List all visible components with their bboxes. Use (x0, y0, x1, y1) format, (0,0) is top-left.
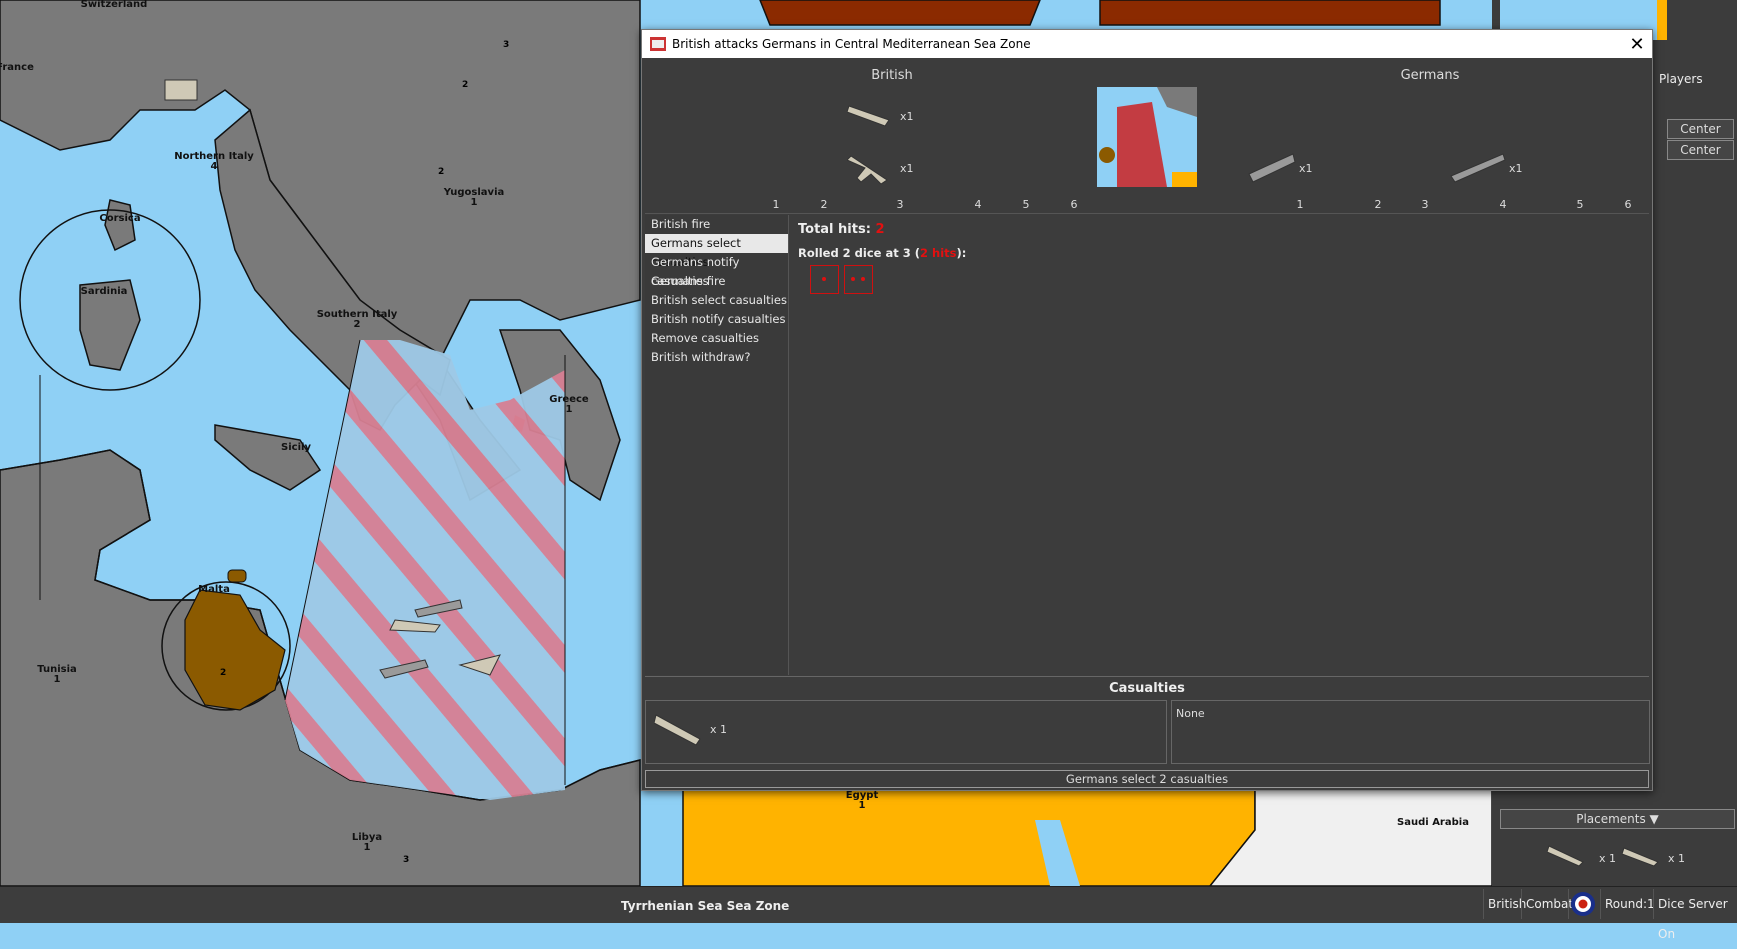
defender-unit-count: x1 (1299, 162, 1313, 175)
territory-label-malta: Malta (198, 584, 230, 595)
cruiser-icon (847, 105, 890, 127)
territory-label-libya: Libya 1 (351, 832, 383, 853)
unit-count: 2 (462, 80, 469, 90)
defender-dice-value: 3 (1421, 198, 1429, 211)
close-icon[interactable]: ✕ (1622, 34, 1652, 55)
attacker-dice-value: 2 (820, 198, 828, 211)
roll-summary: Rolled 2 dice at 3 (2 hits): (798, 246, 967, 260)
territory-label-sardinia: Sardinia (80, 286, 128, 297)
center-button[interactable]: Center (1667, 140, 1734, 160)
territory-label-yugoslavia: Yugoslavia 1 (443, 187, 505, 208)
dialog-title: British attacks Germans in Central Medit… (672, 37, 1031, 51)
dice-value-axis: 1 2 3 4 5 6 1 2 3 4 5 6 (642, 198, 1652, 214)
battle-step[interactable]: British withdraw? (645, 348, 788, 367)
status-bar: Tyrrhenian Sea Sea Zone British Combat R… (0, 886, 1737, 941)
placements-dropdown[interactable]: Placements ▼ (1500, 809, 1735, 829)
battle-steps-list: British fire Germans select casualties G… (645, 215, 789, 675)
casualty-none: None (1176, 707, 1205, 720)
die-two-icon (844, 265, 873, 294)
battle-dialog: British attacks Germans in Central Medit… (641, 29, 1653, 791)
roundel-icon (1568, 889, 1597, 919)
defender-dice-value: 5 (1576, 198, 1584, 211)
defender-dice-value: 2 (1374, 198, 1382, 211)
unit-count: 2 (438, 167, 445, 177)
placement-count: x 1 (1599, 852, 1617, 865)
territory-label-france: France (0, 62, 34, 73)
attacker-dice-value: 5 (1022, 198, 1030, 211)
british-roundel (1571, 892, 1595, 916)
placement-count: x 1 (1668, 852, 1686, 865)
hover-location: Tyrrhenian Sea Sea Zone (621, 899, 790, 913)
tab-players[interactable]: Players (1659, 72, 1703, 86)
sea-zone-thumbnail (1097, 87, 1197, 187)
divider (645, 676, 1649, 677)
defender-name: Germans (1400, 68, 1460, 83)
round-indicator: Round:1 (1600, 889, 1659, 919)
territory-label-northern-italy: Northern Italy 4 (174, 151, 254, 172)
territory-label-tunisia: Tunisia 1 (37, 664, 77, 685)
battle-step[interactable]: British notify casualties (645, 310, 788, 329)
cruiser-icon (1622, 847, 1659, 867)
center-button[interactable]: Center (1667, 119, 1734, 139)
die-one-icon (810, 265, 839, 294)
transport-icon (1547, 845, 1584, 867)
battle-step[interactable]: Remove casualties (645, 329, 788, 348)
minimap-british-area (1657, 0, 1667, 40)
dice-results-panel: Total hits: 2 Rolled 2 dice at 3 (2 hits… (792, 215, 1647, 670)
divider (645, 213, 1649, 214)
dice-server-status: Dice Server On (1653, 889, 1737, 941)
total-hits: Total hits: 2 (798, 222, 885, 237)
territory-label-switzerland: Switzerland (80, 0, 148, 10)
defender-casualties-box: None (1171, 700, 1650, 764)
attacker-dice-value: 4 (974, 198, 982, 211)
defender-dice-value: 1 (1296, 198, 1304, 211)
select-casualties-button[interactable]: Germans select 2 casualties (645, 770, 1649, 788)
casualty-count: x 1 (710, 723, 728, 736)
total-hits-value: 2 (875, 222, 885, 237)
territory-label-greece: Greece 1 (549, 394, 589, 415)
attacker-dice-value: 1 (772, 198, 780, 211)
territory-label-sicily: Sicily (281, 442, 311, 453)
battle-step-selected[interactable]: Germans select casualties (645, 234, 788, 269)
attacker-dice-value: 6 (1070, 198, 1078, 211)
sea-zone-thumbnail-map (1097, 87, 1197, 187)
unit-count: 2 (220, 668, 227, 678)
defender-dice-value: 6 (1624, 198, 1632, 211)
defender-dice-value: 4 (1499, 198, 1507, 211)
battle-step[interactable]: Germans notify casualties (645, 253, 788, 288)
attacker-name: British (871, 68, 913, 83)
battle-step[interactable]: British select casualties (645, 291, 788, 310)
transport-icon (1248, 153, 1296, 183)
roll-hits: 2 hits (920, 246, 957, 260)
battle-flag-icon (650, 37, 666, 51)
dialog-title-bar: British attacks Germans in Central Medit… (642, 30, 1652, 58)
attacker-unit-count: x1 (900, 110, 914, 123)
territory-label-saudi-arabia: Saudi Arabia (1397, 817, 1469, 828)
unit-count: 3 (403, 855, 410, 865)
casualties-title: Casualties (1109, 681, 1185, 696)
unit-count: 3 (503, 40, 510, 50)
defender-unit-count: x1 (1509, 162, 1523, 175)
territory-label-corsica: Corsica (99, 213, 141, 224)
battle-step[interactable]: British fire (645, 215, 788, 234)
territory-label-southern-italy: Southern Italy 2 (316, 309, 398, 330)
battle-step[interactable]: Germans fire (645, 272, 788, 291)
battleship-icon (1450, 153, 1506, 183)
territory-label-egypt: Egypt 1 (845, 790, 879, 811)
fighter-icon (847, 155, 888, 185)
attacker-casualties-box: x 1 (645, 700, 1167, 764)
attacker-dice-value: 3 (896, 198, 904, 211)
attacker-unit-count: x1 (900, 162, 914, 175)
transport-icon (654, 714, 701, 746)
